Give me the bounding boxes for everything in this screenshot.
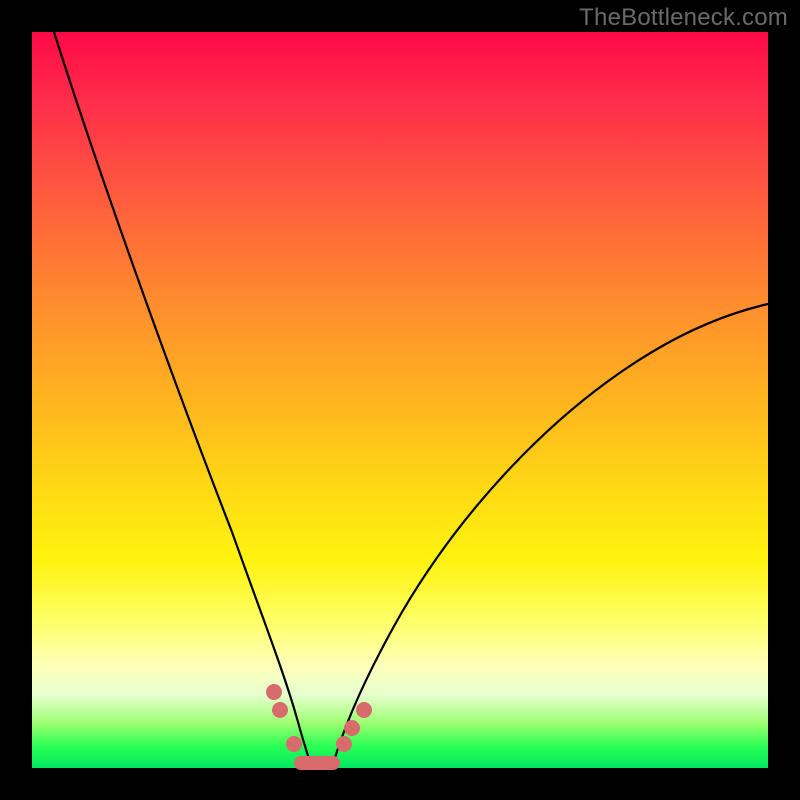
- right-curve: [332, 304, 768, 768]
- chart-frame: TheBottleneck.com: [0, 0, 800, 800]
- watermark-text: TheBottleneck.com: [579, 4, 788, 32]
- plot-area: [32, 32, 768, 768]
- curve-layer: [32, 32, 768, 768]
- left-curve: [54, 32, 312, 768]
- valley-marker: [294, 756, 340, 770]
